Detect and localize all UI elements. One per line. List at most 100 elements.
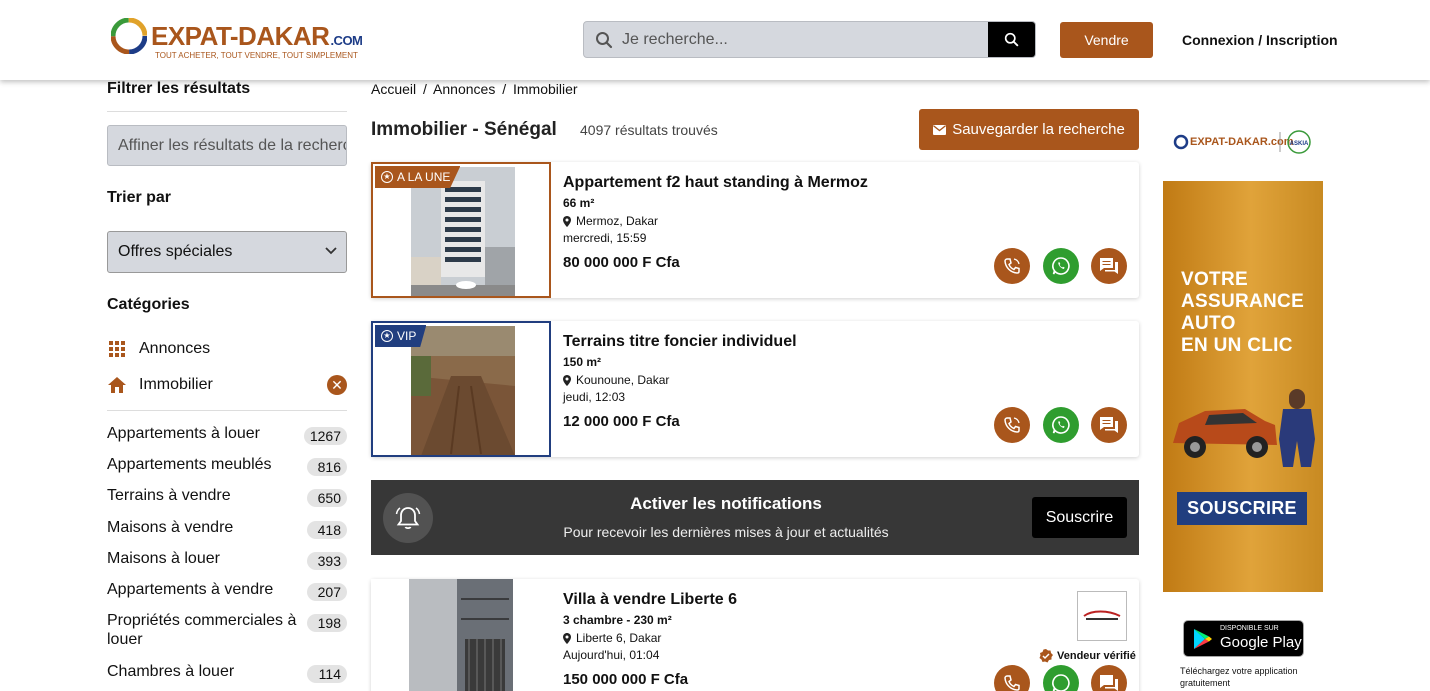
location-pin-icon [563,374,571,386]
notification-subtitle: Pour recevoir les dernières mises à jour… [563,524,889,540]
logo-tagline: TOUT ACHETER, TOUT VENDRE, TOUT SIMPLEME… [155,51,358,60]
listing-price: 150 000 000 F Cfa [563,671,689,688]
category-label: Immobilier [139,376,213,393]
ad-headline: VOTRE ASSURANCE AUTO EN UN CLIC [1181,269,1304,357]
chat-icon [1100,675,1118,691]
call-button[interactable] [994,665,1030,691]
call-button[interactable] [994,248,1030,284]
message-button[interactable] [1091,407,1127,443]
message-button[interactable] [1091,665,1127,691]
listing-thumbnail[interactable]: ★ A LA UNE [371,162,551,298]
sort-select[interactable]: Offres spéciales [107,231,347,273]
whatsapp-button[interactable] [1043,407,1079,443]
phone-icon [1004,417,1020,433]
search-icon [596,32,613,49]
subcategory-count: 650 [307,489,347,507]
category-annonces[interactable]: Annonces [107,337,347,361]
subcategory-item[interactable]: Terrains à vendre 650 [107,486,347,507]
subcategory-label: Propriétés commerciales à louer [107,612,297,648]
vip-badge: ★ VIP [375,325,427,347]
mail-icon [933,124,947,135]
ad-partner-text: ASKIA [1290,141,1309,147]
subcategory-item[interactable]: Maisons à vendre 418 [107,518,347,539]
google-play-badge[interactable]: DISPONIBLE SUR Google Play [1183,620,1304,657]
listing-card[interactable]: Villa à vendre Liberte 6 3 chambre - 230… [371,579,1139,691]
call-button[interactable] [994,407,1030,443]
listing-thumbnail[interactable] [371,579,551,691]
subcategory-count: 393 [307,552,347,570]
subcategory-count: 198 [307,614,347,632]
chevron-down-icon [325,247,337,255]
listing-price: 80 000 000 F Cfa [563,254,680,271]
listing-date: mercredi, 15:59 [563,231,647,245]
result-count: 4097 résultats trouvés [580,122,718,138]
chat-icon [1100,258,1118,274]
badge-label: A LA UNE [397,170,451,184]
subcategory-count: 1267 [303,427,347,445]
search-button[interactable] [988,22,1035,57]
location-pin-icon [563,632,571,644]
ad-logo-text: EXPAT-DAKAR.com [1190,136,1294,148]
listing-photo [409,579,513,691]
subcategory-item[interactable]: Chambres à louer 114 [107,662,347,683]
save-search-button[interactable]: Sauvegarder la recherche [919,109,1139,150]
listing-photo [411,326,515,455]
vendor-logo[interactable] [1077,591,1127,641]
subcategory-item[interactable]: Appartements à vendre 207 [107,580,347,601]
listing-location: Mermoz, Dakar [563,214,963,228]
sell-button[interactable]: Vendre [1060,22,1153,58]
breadcrumb-home[interactable]: Accueil [371,81,416,97]
login-register-link[interactable]: Connexion / Inscription [1182,32,1338,48]
whatsapp-button[interactable] [1043,248,1079,284]
whatsapp-button[interactable] [1043,665,1079,691]
whatsapp-icon [1052,416,1070,434]
listing-date: jeudi, 12:03 [563,390,626,404]
breadcrumb-immobilier[interactable]: Immobilier [513,81,578,97]
listing-size: 3 chambre - 230 m² [563,613,672,627]
listing-card[interactable]: ★ VIP Terrains titre foncier individuel … [371,321,1139,457]
breadcrumb-annonces[interactable]: Annonces [433,81,495,97]
page-title: Immobilier - Sénégal [371,119,557,140]
logo-mark-icon [111,18,147,54]
home-icon [107,375,127,395]
listing-title[interactable]: Terrains titre foncier individuel [563,333,963,351]
subcategory-item[interactable]: Appartements meublés 816 [107,455,347,476]
breadcrumb-separator: / [502,81,507,97]
search-input[interactable] [622,22,982,57]
ad-subscribe-button[interactable]: SOUSCRIRE [1177,492,1307,525]
listing-info: Appartement f2 haut standing à Mermoz 66… [563,174,963,271]
subscribe-button[interactable]: Souscrire [1032,497,1127,538]
message-button[interactable] [1091,248,1127,284]
subcategory-item[interactable]: Maisons à louer 393 [107,549,347,570]
divider [107,111,347,112]
listing-thumbnail[interactable]: ★ VIP [371,321,551,457]
categories-title: Catégories [107,296,190,313]
subcategory-label: Maisons à vendre [107,519,234,536]
listing-card[interactable]: ★ A LA UNE Appartement f2 haut standing … [371,162,1139,298]
grid-icon [107,339,127,359]
google-play-text: Google Play [1220,634,1302,651]
ad-headline-line: ASSURANCE [1181,291,1305,312]
logo-suffix: .COM [330,33,363,48]
category-immobilier[interactable]: Immobilier ✕ [107,373,347,397]
insurance-ad-banner[interactable]: VOTRE ASSURANCE AUTO EN UN CLIC SOUSCRIR… [1163,181,1323,592]
notification-title: Activer les notifications [630,494,822,513]
phone-icon [1004,258,1020,274]
filter-search-input[interactable] [107,125,347,166]
whatsapp-icon [1052,257,1070,275]
subcategory-label: Terrains à vendre [107,487,231,504]
clear-category-button[interactable]: ✕ [327,375,347,395]
listing-title[interactable]: Appartement f2 haut standing à Mermoz [563,174,963,192]
ad-headline-line: EN UN CLIC [1181,335,1293,356]
verified-seller: Vendeur vérifié [1039,649,1136,663]
site-logo[interactable]: EXPAT-DAKAR.COM TOUT ACHETER, TOUT VENDR… [111,16,381,64]
subcategory-item[interactable]: Appartements à louer 1267 [107,424,347,445]
subcategory-item[interactable]: Propriétés commerciales à louer 198 [107,611,347,649]
listing-title[interactable]: Villa à vendre Liberte 6 [563,591,963,609]
listing-size: 66 m² [563,196,595,210]
divider [107,410,347,411]
filter-title: Filtrer les résultats [107,80,251,97]
sort-title: Trier par [107,189,172,206]
subcategory-label: Chambres à louer [107,663,235,680]
star-icon: ★ [381,330,393,342]
